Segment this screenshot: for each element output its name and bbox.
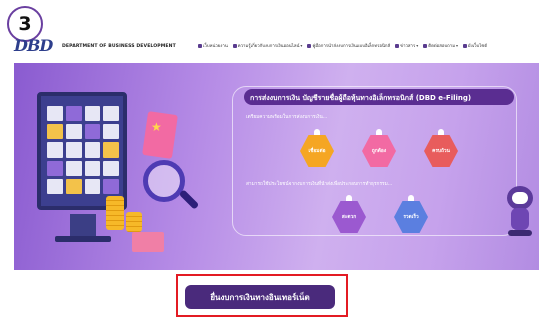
page: 3 DBD DEPARTMENT OF BUSINESS DEVELOPMENT…: [0, 0, 547, 320]
banner-title: การส่งงบการเงิน บัญชีรายชื่อผู้ถือหุ้นทา…: [250, 94, 472, 102]
sitemap-icon: [463, 43, 468, 48]
star-icon: ★: [151, 120, 162, 134]
chevron-down-icon: ▾: [300, 43, 303, 48]
mascot-illustration: [505, 186, 535, 238]
submit-financial-statement-button[interactable]: ยื่นงบการเงินทางอินเทอร์เน็ต: [185, 285, 335, 309]
document-card-illustration: [142, 111, 178, 159]
calculator-icon: [132, 232, 164, 252]
coin-stack-icon: [106, 196, 124, 230]
news-icon: [395, 43, 400, 48]
ready-text: เตรียมความพร้อมในการส่งงบการเงิน...: [246, 115, 328, 120]
top-nav: เว็บหน่วยงาน ความรู้เกี่ยวกับงบการเงินออ…: [198, 42, 487, 49]
coin-stack-icon: [126, 212, 142, 232]
nav-item-website[interactable]: เว็บหน่วยงาน: [198, 42, 228, 49]
nav-item-manual[interactable]: คู่มือการนำส่งงบการเงินแบบอิเล็กทรอนิกส์: [307, 42, 390, 49]
nav-item-news[interactable]: ข่าวสาร ▾: [395, 42, 418, 49]
globe-icon: [198, 43, 202, 48]
chevron-down-icon: ▾: [456, 43, 459, 48]
book-icon: [232, 43, 237, 48]
dbd-logo[interactable]: DBD: [14, 36, 53, 55]
contact-icon: [423, 43, 428, 48]
calendar-monitor-illustration: [37, 92, 127, 210]
monitor-base: [55, 236, 111, 242]
benefit-text: สามารถใช้ประโยชน์จากงบการเงินที่นำส่งเพื…: [246, 182, 393, 187]
nav-item-knowledge[interactable]: ความรู้เกี่ยวกับงบการเงินออนไลน์ ▾: [232, 42, 303, 49]
nav-item-sitemap[interactable]: ผังเว็บไซต์: [463, 42, 487, 49]
nav-item-contact[interactable]: ติดต่อสอบถาม ▾: [423, 42, 458, 49]
chevron-down-icon: ▾: [416, 43, 419, 48]
magnifier-icon: [143, 160, 185, 202]
manual-icon: [307, 43, 312, 48]
department-name: DEPARTMENT OF BUSINESS DEVELOPMENT: [62, 44, 176, 49]
step-number: 3: [18, 13, 32, 35]
monitor-stand: [70, 214, 96, 238]
